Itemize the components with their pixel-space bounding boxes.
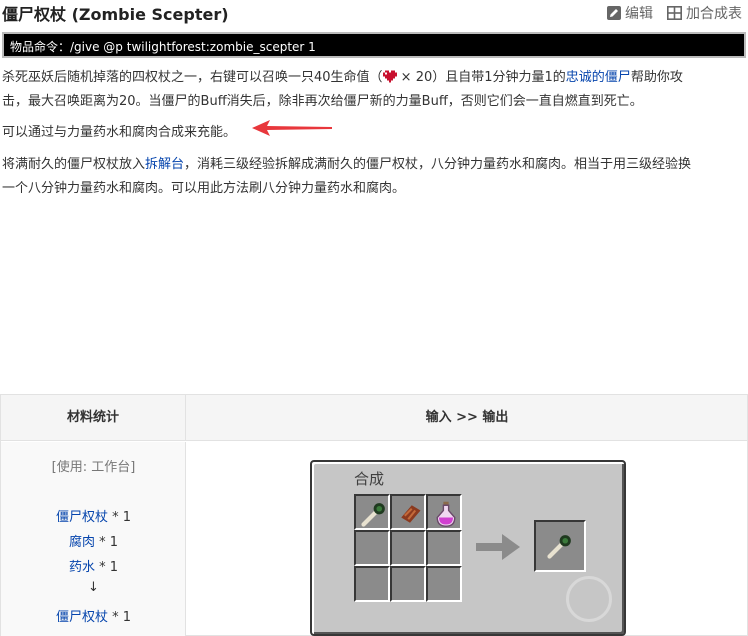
result-link[interactable]: 僵尸权杖 xyxy=(56,610,108,625)
material-count: * 1 xyxy=(94,560,119,575)
add-table-button[interactable]: 加合成表 xyxy=(667,3,742,23)
crafting-slot[interactable] xyxy=(354,530,390,566)
crafting-slot[interactable] xyxy=(354,566,390,602)
result-item: 僵尸权杖 * 1 xyxy=(1,606,186,625)
description-paragraph-2: 可以通过与力量药水和腐肉合成来充能。 xyxy=(2,121,746,145)
add-table-label: 加合成表 xyxy=(686,6,742,22)
materials-header: 材料统计 xyxy=(1,395,186,441)
usage-label: [使用: 工作台] xyxy=(51,460,136,475)
material-link[interactable]: 药水 xyxy=(69,560,95,575)
result-count: * 1 xyxy=(107,610,132,625)
material-link[interactable]: 腐肉 xyxy=(69,535,95,550)
crafting-title: 合成 xyxy=(354,470,385,488)
header-actions: 编辑 加合成表 xyxy=(607,3,742,23)
watermark-icon xyxy=(566,576,612,622)
material-count: * 1 xyxy=(94,535,119,550)
description-text: 将满耐久的僵尸权杖放入 xyxy=(2,157,146,172)
table-icon xyxy=(667,6,682,20)
edit-icon xyxy=(607,6,621,20)
material-link[interactable]: 僵尸权杖 xyxy=(56,510,108,525)
list-item: 腐肉 * 1 xyxy=(1,531,186,550)
annotation-arrow-icon xyxy=(252,120,332,136)
description-text: 一个八分钟力量药水和腐肉。可以用此方法刷八分钟力量药水和腐肉。 xyxy=(2,181,406,196)
list-item: 药水 * 1 xyxy=(1,556,186,575)
result-arrow: ↓ xyxy=(88,580,99,595)
description-text: 击，最大召唤距离为20。当僵尸的Buff消失后，除非再次给僵尸新的力量Buff，… xyxy=(2,94,643,109)
materials-column: [使用: 工作台] 僵尸权杖 * 1 腐肉 * 1 药水 * 1 ↓ 僵尸权杖 … xyxy=(1,442,186,636)
loyal-zombie-link[interactable]: 忠诚的僵尸 xyxy=(566,70,631,85)
potion-icon xyxy=(436,501,456,527)
crafting-slot[interactable] xyxy=(390,530,426,566)
output-slot[interactable] xyxy=(534,520,586,572)
crafting-slot[interactable] xyxy=(426,530,462,566)
edit-button[interactable]: 编辑 xyxy=(607,3,653,23)
list-item: 僵尸权杖 * 1 xyxy=(1,506,186,525)
edit-label: 编辑 xyxy=(625,6,653,22)
command-label: 物品命令： xyxy=(10,40,71,54)
crafting-slot[interactable] xyxy=(390,494,426,530)
io-header: 输入 >> 输出 xyxy=(425,410,509,425)
description-text: × 20）且自带1分钟力量1的 xyxy=(396,70,566,85)
description-text: 可以通过与力量药水和腐肉合成来充能。 xyxy=(2,125,237,140)
heart-icon xyxy=(382,70,397,83)
zombie-scepter-icon xyxy=(547,535,571,559)
crafting-slot[interactable] xyxy=(426,494,462,530)
zombie-scepter-icon xyxy=(361,503,385,527)
page-title: 僵尸权杖 (Zombie Scepter) xyxy=(2,5,229,24)
description-paragraph-3: 将满耐久的僵尸权杖放入拆解台，消耗三级经验拆解成满耐久的僵尸权杖，八分钟力量药水… xyxy=(2,153,746,201)
description-paragraph-1: 杀死巫妖后随机掉落的四权杖之一，右键可以召唤一只40生命值（ × 20）且自带1… xyxy=(2,66,746,114)
description-text: 杀死巫妖后随机掉落的四权杖之一，右键可以召唤一只40生命值（ xyxy=(2,70,383,85)
rotten-flesh-icon xyxy=(401,505,421,523)
crafting-arrow-icon xyxy=(476,534,520,560)
description-text: 帮助你攻 xyxy=(630,70,683,85)
crafting-slot[interactable] xyxy=(390,566,426,602)
command-text: /give @p twilightforest:zombie_scepter 1 xyxy=(70,40,316,54)
crafting-slot[interactable] xyxy=(354,494,390,530)
description-text: ，消耗三级经验拆解成满耐久的僵尸权杖，八分钟力量药水和腐肉。相当于用三级经验换 xyxy=(184,157,692,172)
table-header: 材料统计 输入 >> 输出 xyxy=(1,395,747,441)
material-count: * 1 xyxy=(107,510,132,525)
command-bar[interactable]: 物品命令：/give @p twilightforest:zombie_scep… xyxy=(2,32,746,58)
page-header: 僵尸权杖 (Zombie Scepter) 编辑 加合成表 xyxy=(0,0,748,26)
uncrafting-table-link[interactable]: 拆解台 xyxy=(145,157,184,172)
crafting-slot[interactable] xyxy=(426,566,462,602)
